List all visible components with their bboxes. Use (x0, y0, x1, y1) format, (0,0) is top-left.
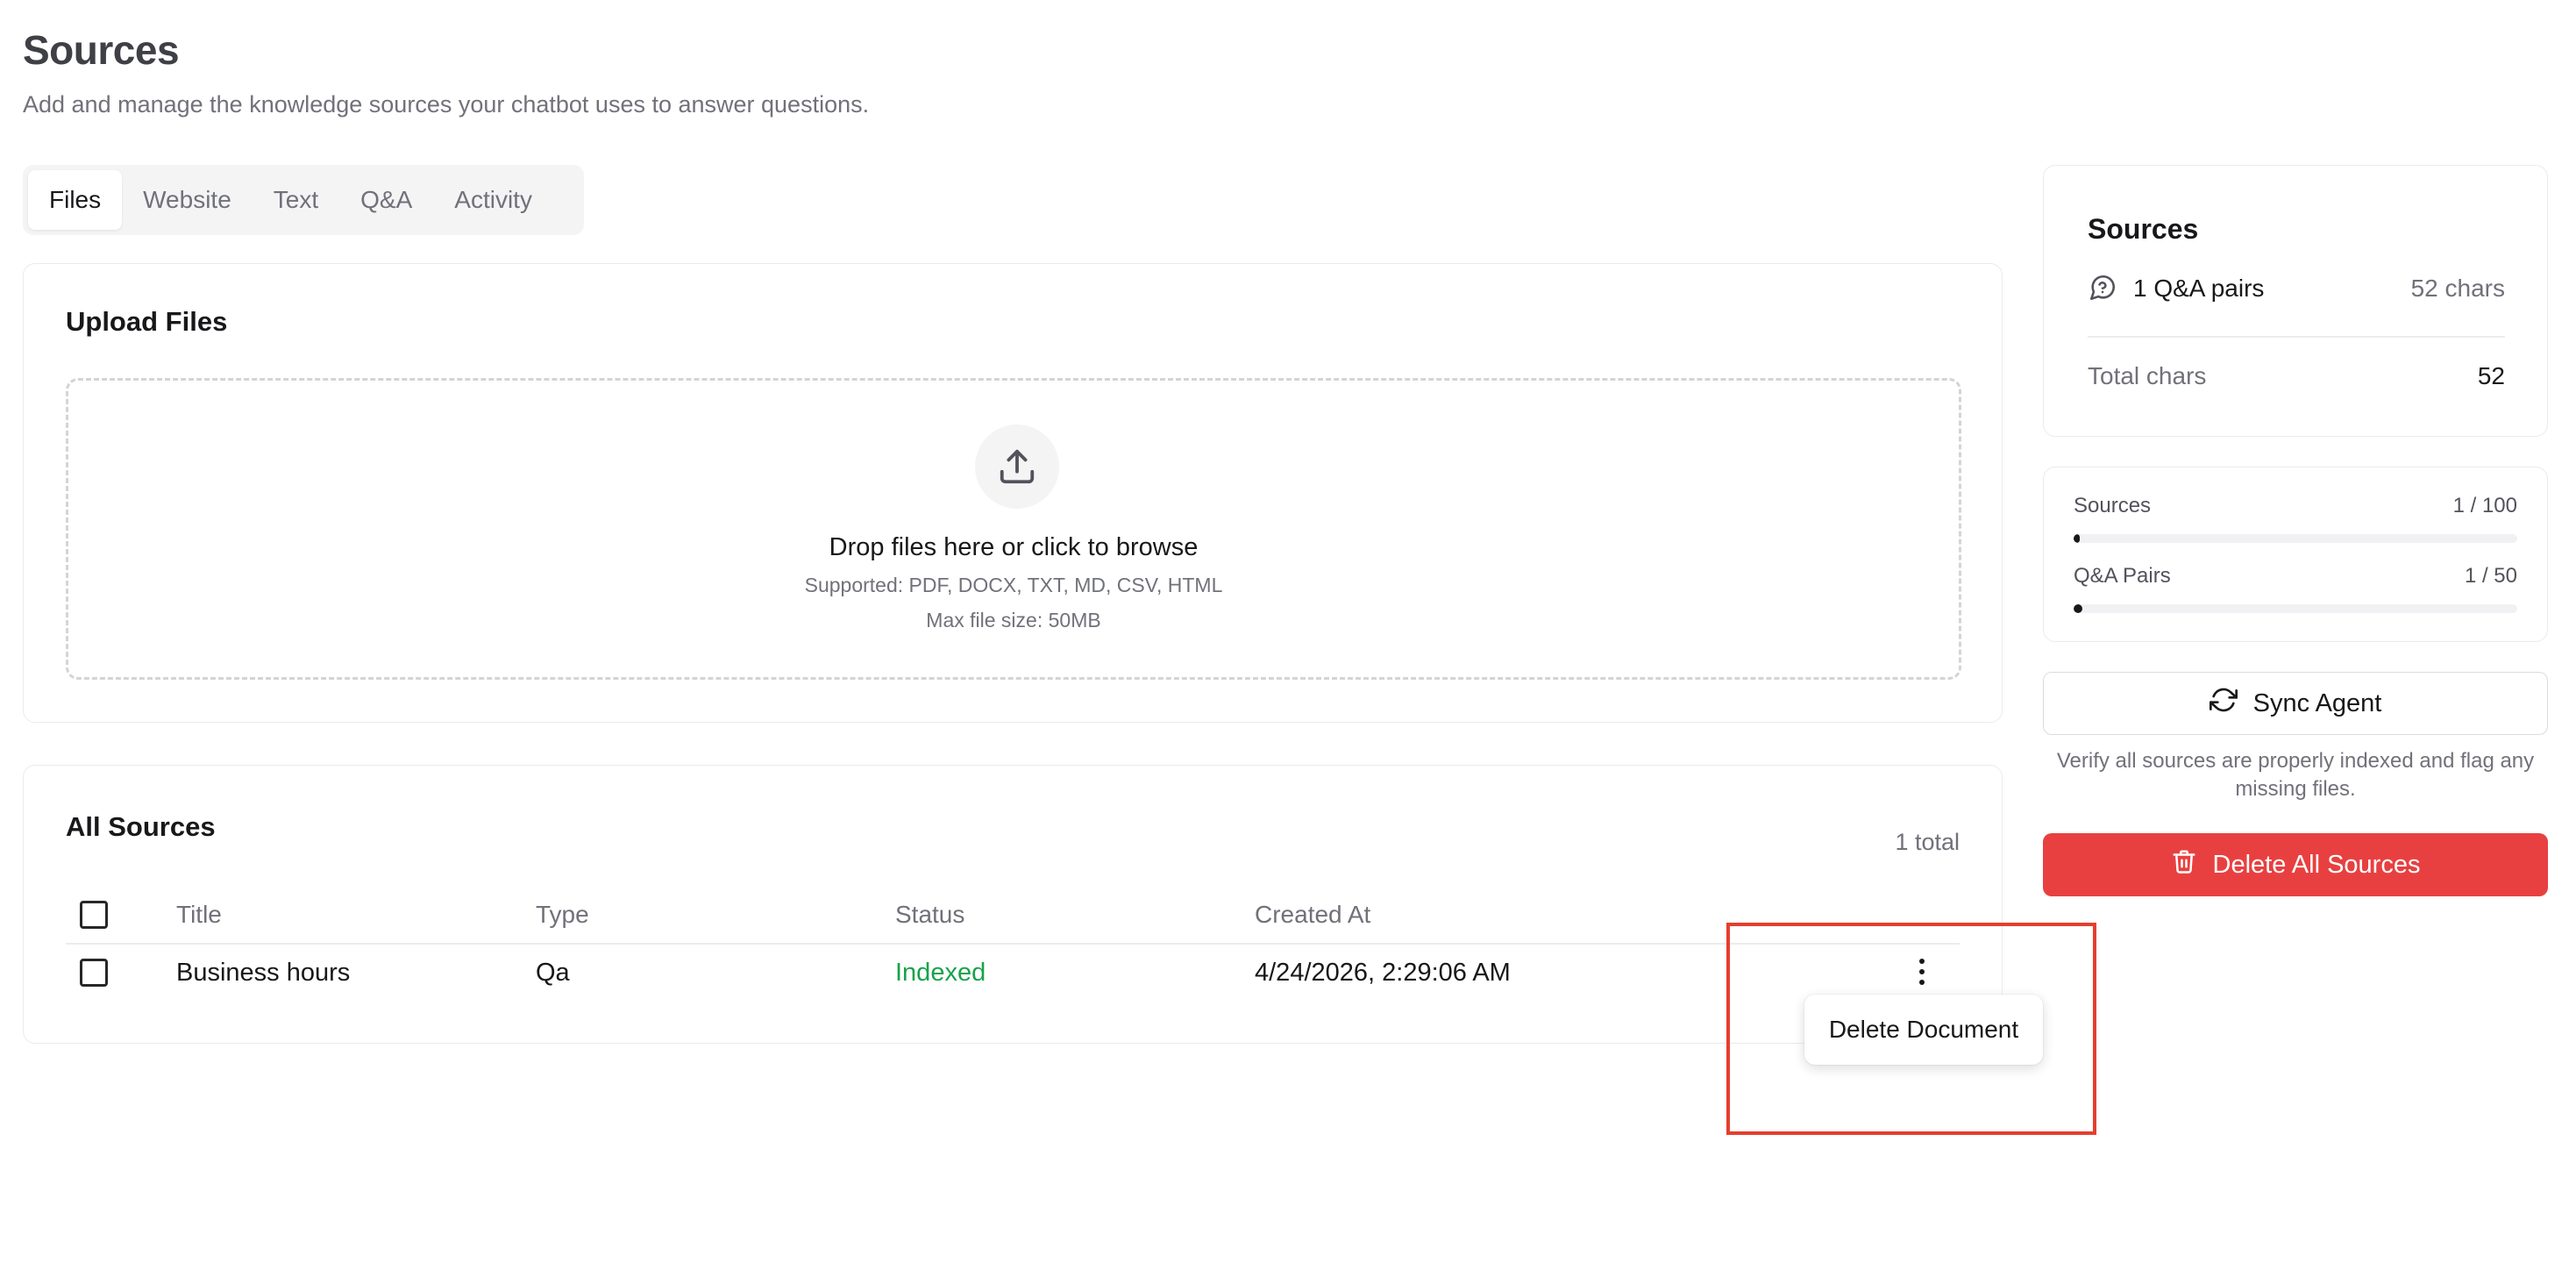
qa-pairs-chars: 52 chars (2410, 275, 2505, 302)
tab-files[interactable]: Files (28, 170, 123, 230)
all-sources-title: All Sources (66, 811, 216, 842)
source-type: Qa (536, 959, 570, 987)
dropzone-title: Drop files here or click to browse (829, 533, 1199, 561)
select-all-checkbox[interactable] (80, 901, 108, 929)
file-dropzone[interactable]: Drop files here or click to browse Suppo… (66, 378, 1961, 680)
tab-text[interactable]: Text (253, 170, 339, 230)
page-subtitle: Add and manage the knowledge sources you… (23, 91, 870, 118)
sources-progress-fill (2074, 534, 2080, 543)
column-header-title[interactable]: Title (176, 901, 222, 929)
upload-icon (975, 424, 1059, 509)
tab-qa[interactable]: Q&A (339, 170, 433, 230)
column-header-type[interactable]: Type (536, 901, 589, 929)
sync-agent-label: Sync Agent (2252, 688, 2382, 717)
table-header-divider (66, 943, 1960, 945)
usage-limits-card: Sources 1 / 100 Q&A Pairs 1 / 50 (2043, 467, 2548, 642)
trash-icon (2171, 848, 2197, 881)
summary-divider (2088, 336, 2505, 338)
refresh-icon (2209, 686, 2238, 721)
upload-card: Upload Files Drop files here or click to… (23, 263, 2003, 723)
qa-progress-fill (2074, 604, 2083, 613)
tab-website[interactable]: Website (122, 170, 253, 230)
column-header-status[interactable]: Status (895, 901, 964, 929)
sources-total-count: 1 total (1895, 829, 1960, 855)
dropzone-max-size: Max file size: 50MB (926, 609, 1101, 631)
summary-title: Sources (2088, 213, 2199, 245)
source-tabs: Files Website Text Q&A Activity (23, 165, 584, 235)
dropzone-supported-types: Supported: PDF, DOCX, TXT, MD, CSV, HTML (804, 574, 1223, 596)
delete-all-sources-button[interactable]: Delete All Sources (2043, 833, 2548, 896)
sources-page: Sources Add and manage the knowledge sou… (0, 0, 2576, 1284)
row-checkbox[interactable] (80, 959, 108, 987)
qa-limit-label: Q&A Pairs (2074, 564, 2171, 588)
highlight-box (1726, 923, 2096, 1135)
sync-agent-button[interactable]: Sync Agent (2043, 672, 2548, 735)
upload-card-title: Upload Files (66, 306, 228, 337)
total-chars-label: Total chars (2088, 362, 2207, 389)
sync-agent-note: Verify all sources are properly indexed … (2056, 749, 2535, 801)
sources-progress-bar (2074, 534, 2517, 543)
total-chars-value: 52 (2477, 362, 2505, 389)
column-header-created-at[interactable]: Created At (1255, 901, 1370, 929)
source-status: Indexed (895, 959, 986, 987)
sources-summary-card: Sources 1 Q&A pairs 52 chars Total chars… (2043, 165, 2548, 437)
qa-progress-bar (2074, 604, 2517, 613)
page-title: Sources (23, 27, 180, 73)
source-title: Business hours (176, 959, 351, 987)
all-sources-card: All Sources 1 total Title Type Status Cr… (23, 765, 2003, 1044)
qa-limit-value: 1 / 50 (2464, 564, 2517, 588)
qa-pairs-count: 1 Q&A pairs (2133, 275, 2265, 302)
sources-limit-value: 1 / 100 (2452, 494, 2517, 517)
delete-all-sources-label: Delete All Sources (2212, 850, 2421, 879)
help-circle-icon (2088, 273, 2117, 307)
sources-limit-label: Sources (2074, 494, 2152, 517)
tab-activity[interactable]: Activity (433, 170, 553, 230)
source-created-at: 4/24/2026, 2:29:06 AM (1255, 959, 1511, 987)
